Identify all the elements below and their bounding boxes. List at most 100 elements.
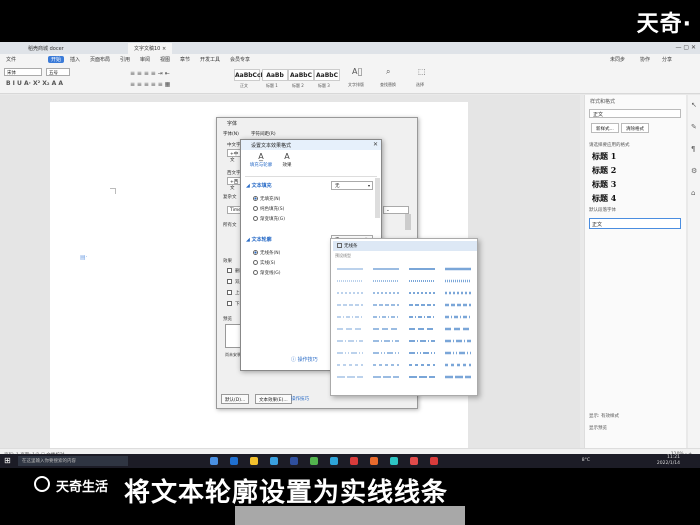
- text-effect-tips-link[interactable]: ⓘ 操作技巧: [291, 356, 318, 363]
- text-outline-section[interactable]: ◢ 文本轮廓: [246, 236, 272, 243]
- browser-icon[interactable]: [330, 457, 338, 465]
- clear-format-button[interactable]: 清除格式: [621, 123, 649, 133]
- cursor-icon[interactable]: ↖: [691, 101, 697, 109]
- tips-link[interactable]: 操作技巧: [291, 396, 309, 402]
- style-heading-2[interactable]: AaBbC: [288, 69, 314, 81]
- show-styles-select[interactable]: 显示: 有效样式: [589, 413, 619, 419]
- app-icon[interactable]: [230, 457, 238, 465]
- style-item-heading-3[interactable]: 标题 3: [589, 179, 681, 192]
- style-normal-label: 正文: [240, 83, 248, 88]
- current-style-field[interactable]: 正文: [589, 109, 681, 118]
- weather[interactable]: 8°C: [582, 458, 590, 463]
- style-heading-3-label: 标题 3: [318, 83, 330, 88]
- style-item-heading-2[interactable]: 标题 2: [589, 165, 681, 178]
- tab-effects[interactable]: A 效果: [275, 152, 299, 168]
- label-western-font: 西文字: [227, 171, 241, 176]
- pen-icon[interactable]: ✎: [691, 123, 697, 131]
- complex-size-field[interactable]: ⌄: [383, 206, 409, 214]
- superscript-checkbox[interactable]: [227, 290, 232, 295]
- tab-document[interactable]: 文字文稿10 ×: [128, 43, 173, 54]
- menu-bar: 文件 开始 插入 页面布局 引用 审阅 视图 章节 开发工具 会员专享 未同步 …: [0, 54, 700, 64]
- caption-text: 将文本轮廓设置为实线线条: [124, 478, 449, 508]
- paragraph-buttons[interactable]: ≡ ≡ ≡ ≡ ⇥ ⇤: [130, 70, 170, 77]
- tab-fill-outline[interactable]: A̲ 填充与轮廓: [249, 152, 273, 168]
- menu-references[interactable]: 引用: [120, 56, 130, 63]
- menu-file[interactable]: 文件: [6, 56, 16, 63]
- windows-start-icon[interactable]: ⊞: [4, 456, 11, 465]
- select-icon[interactable]: ⬚: [418, 67, 426, 76]
- account-collab[interactable]: 协作: [640, 56, 650, 63]
- style-item-heading-4[interactable]: 标题 4: [589, 193, 681, 206]
- folder-icon[interactable]: [250, 457, 258, 465]
- menu-home[interactable]: 开始: [48, 56, 65, 63]
- app-orange-icon[interactable]: [370, 457, 378, 465]
- text-fill-section[interactable]: ◢ 文本填充: [246, 182, 272, 189]
- font-dialog-title: 字体: [227, 121, 238, 127]
- font-name-select[interactable]: 宋体: [4, 68, 42, 76]
- tab-font[interactable]: 字体(N): [223, 131, 239, 137]
- outline-solid-radio[interactable]: 实线(S): [253, 260, 275, 266]
- account-share[interactable]: 分享: [662, 56, 672, 63]
- default-button[interactable]: 默认(D)...: [221, 394, 250, 404]
- style-heading-3[interactable]: AaBbC: [314, 69, 340, 81]
- show-preview-checkbox[interactable]: 显示预览: [589, 425, 607, 431]
- text-effect-title: 设置文本效果格式: [251, 143, 292, 149]
- close-icon[interactable]: ✕: [373, 141, 378, 148]
- style-item-heading-1[interactable]: 标题 1: [589, 151, 681, 164]
- strikethrough-checkbox[interactable]: [227, 268, 232, 273]
- settings-icon[interactable]: ⚙: [691, 167, 697, 175]
- wps-doc-icon[interactable]: [430, 457, 438, 465]
- chevron-down-icon: ▾: [367, 183, 370, 188]
- style-heading-1[interactable]: AaBb: [262, 69, 288, 81]
- text-outline-label: 文本轮廓: [251, 237, 272, 243]
- font-size-select[interactable]: 五号: [46, 68, 70, 76]
- video-top-bar: 天奇·: [0, 0, 700, 42]
- double-strike-checkbox[interactable]: [227, 279, 232, 284]
- clock[interactable]: 11:21 2022/1/14: [657, 455, 680, 467]
- format-buttons[interactable]: B I U A· X² X₂ A A: [6, 80, 63, 87]
- menu-page-layout[interactable]: 页面布局: [90, 56, 110, 63]
- menu-chapter[interactable]: 章节: [180, 56, 190, 63]
- font-dialog-scrollbar[interactable]: [405, 214, 411, 230]
- screen: 稻壳商城 docer 文字文稿10 × — ▢ ✕ 文件 开始 插入 页面布局 …: [0, 42, 700, 460]
- text-effect-button[interactable]: 文本效果(E)...: [255, 394, 292, 404]
- taskbar-search[interactable]: 在这里输入你要搜索的内容: [18, 456, 128, 466]
- find-replace-icon[interactable]: ⌕: [386, 67, 390, 77]
- tab-effects-label: 效果: [282, 163, 292, 168]
- menu-view[interactable]: 视图: [160, 56, 170, 63]
- app-teal-icon[interactable]: [390, 457, 398, 465]
- menu-insert[interactable]: 插入: [70, 56, 80, 63]
- fill-gradient-radio[interactable]: 渐变填充(G): [253, 216, 285, 222]
- wps-icon[interactable]: [350, 457, 358, 465]
- align-buttons[interactable]: ≡ ≡ ≡ ≡ ≡ ▦: [130, 81, 170, 88]
- menu-review[interactable]: 审阅: [140, 56, 150, 63]
- style-item-normal[interactable]: 正文: [589, 218, 681, 229]
- menu-member[interactable]: 会员专享: [230, 56, 250, 63]
- window-controls[interactable]: — ▢ ✕: [675, 44, 696, 51]
- text-fill-select[interactable]: 无 ▾: [331, 181, 373, 190]
- outline-none-radio[interactable]: 无线条(N): [253, 250, 280, 256]
- tab-fill-outline-label: 填充与轮廓: [249, 163, 273, 168]
- outline-gradient-radio[interactable]: 渐变线(G): [253, 270, 281, 276]
- subscript-checkbox[interactable]: [227, 301, 232, 306]
- ps-icon[interactable]: [290, 457, 298, 465]
- app-red-icon[interactable]: [410, 457, 418, 465]
- style-icon[interactable]: ¶: [691, 145, 695, 153]
- wechat-icon[interactable]: [310, 457, 318, 465]
- fill-solid-radio[interactable]: 纯色填充(S): [253, 206, 284, 212]
- text-layout-icon[interactable]: A⃞: [352, 67, 362, 76]
- no-line-option[interactable]: 无线条: [333, 241, 477, 251]
- fill-none-radio[interactable]: 无填充(N): [253, 196, 280, 202]
- menu-developer[interactable]: 开发工具: [200, 56, 220, 63]
- tab-docer[interactable]: 稻壳商城 docer: [22, 43, 70, 54]
- divider: [245, 176, 377, 177]
- style-item-default-font[interactable]: 默认段落字体: [589, 207, 616, 213]
- new-style-button[interactable]: 新样式...: [591, 123, 619, 133]
- style-normal[interactable]: AaBbCcDd: [234, 69, 270, 81]
- effect-scrollbar[interactable]: [375, 178, 380, 218]
- account-sync[interactable]: 未同步: [610, 56, 625, 63]
- store-icon[interactable]: [270, 457, 278, 465]
- tab-char-spacing[interactable]: 字符间距(R): [251, 131, 276, 137]
- share-icon[interactable]: ⌂: [691, 189, 695, 197]
- edge-icon[interactable]: [210, 457, 218, 465]
